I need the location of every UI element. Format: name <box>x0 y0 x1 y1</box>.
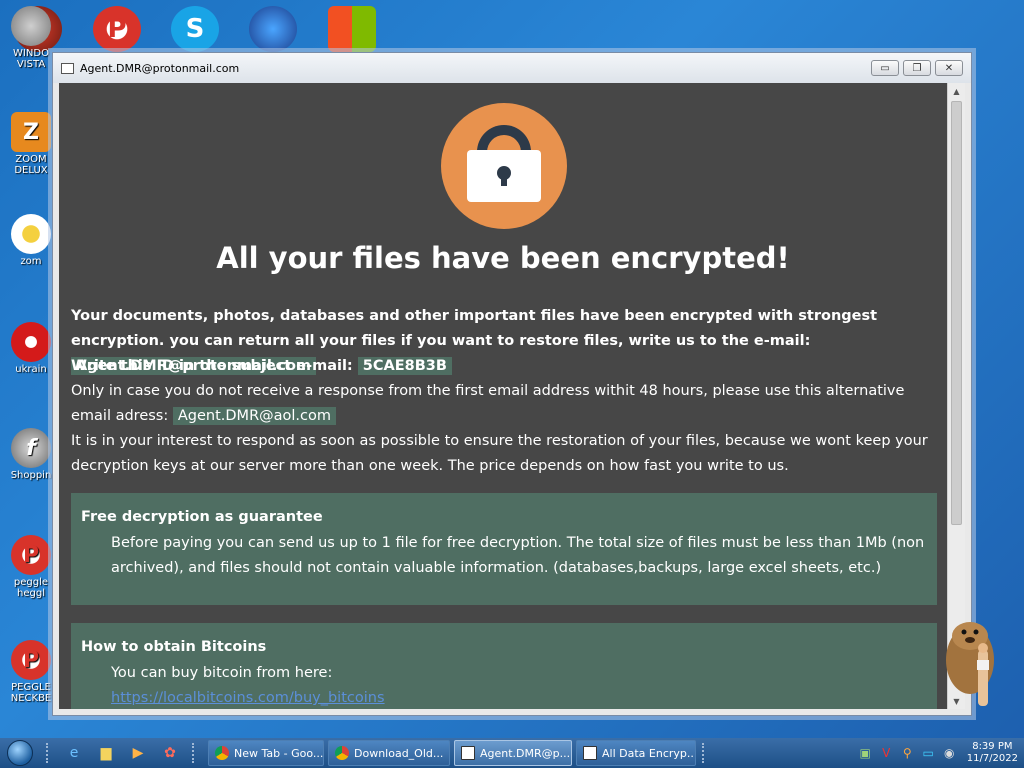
id-label: Write this ID in the subject e-mail: <box>71 358 353 374</box>
padlock-icon <box>441 103 567 229</box>
flower-icon <box>11 214 51 254</box>
task-new-tab[interactable]: New Tab - Goo... <box>208 740 324 766</box>
windows-flag-icon[interactable] <box>328 6 376 52</box>
desktop-icon-label: zom <box>20 256 42 267</box>
bitcoin-panel: How to obtain Bitcoins You can buy bitco… <box>71 623 937 709</box>
chrome-icon <box>215 746 229 760</box>
taskbar-grip[interactable] <box>702 743 708 763</box>
peggle-quicklaunch-icon[interactable]: ✿ <box>159 743 181 763</box>
skype-icon[interactable]: S <box>171 6 219 52</box>
minimize-button[interactable]: ▭ <box>871 60 899 76</box>
task-agent-dmr[interactable]: Agent.DMR@p... <box>454 740 572 766</box>
alternative-email[interactable]: Agent.DMR@aol.com <box>172 407 337 425</box>
ransom-window: Agent.DMR@protonmail.com ▭ ❐ ✕ All your … <box>52 52 972 716</box>
free-decryption-title: Free decryption as guarantee <box>81 509 323 525</box>
task-label: Download_Old... <box>354 746 444 760</box>
desktop-icon-label: Shoppin <box>10 470 52 481</box>
free-decryption-body: Before paying you can send us up to 1 fi… <box>111 535 925 576</box>
flash-icon: f <box>11 428 51 468</box>
globe-icon[interactable] <box>249 6 297 52</box>
taskbar-grip[interactable] <box>192 743 198 763</box>
main-paragraph-text: Your documents, photos, databases and ot… <box>71 308 878 349</box>
task-label: All Data Encryp... <box>602 746 696 760</box>
desktop-icon-label: ukrain <box>15 364 47 375</box>
free-decryption-panel: Free decryption as guarantee Before payi… <box>71 493 937 605</box>
keyhole-icon <box>497 166 511 186</box>
task-label: Agent.DMR@p... <box>480 746 571 760</box>
id-line: Write this ID in the subject e-mail: 5CA… <box>71 354 931 379</box>
bitcoin-body: You can buy bitcoin from here: https://l… <box>71 655 937 709</box>
tray-app-icon[interactable]: ▣ <box>858 746 873 761</box>
window-title: Agent.DMR@protonmail.com <box>80 61 240 75</box>
close-button[interactable]: ✕ <box>935 60 963 76</box>
window-app-icon <box>61 62 74 74</box>
tray-monitor-icon[interactable]: ▭ <box>921 746 936 761</box>
scroll-up-arrow-icon[interactable]: ▲ <box>948 83 965 99</box>
task-download[interactable]: Download_Old... <box>328 740 450 766</box>
bitcoin-title: How to obtain Bitcoins <box>81 639 267 655</box>
windows-start-orb-icon <box>7 740 33 766</box>
clock-time: 8:39 PM <box>972 741 1013 752</box>
tray-search-icon[interactable]: ⚲ <box>900 746 915 761</box>
ransom-note-content: All your files have been encrypted! Your… <box>59 83 947 709</box>
desktop-icon-label: PEGGLE NECKBE <box>10 682 52 704</box>
desktop-icon-label: WINDO VISTA <box>13 48 49 70</box>
desktop-icon-label: peggle heggl <box>13 577 49 599</box>
radiation-icon <box>11 322 51 362</box>
taskbar-clock[interactable]: 8:39 PM 11/7/2022 <box>967 741 1018 765</box>
peggle-p-icon[interactable]: P <box>93 6 141 52</box>
explorer-folder-icon[interactable]: ▆ <box>95 743 117 763</box>
window-icon <box>461 746 475 760</box>
taskbar-grip[interactable] <box>46 743 52 763</box>
system-tray: ▣ V ⚲ ▭ ◉ 8:39 PM 11/7/2022 <box>858 741 1024 765</box>
bitcoin-body-text: You can buy bitcoin from here: <box>111 665 333 681</box>
scrollbar-thumb[interactable] <box>951 101 962 525</box>
clock-date: 11/7/2022 <box>966 753 1018 764</box>
zoom-deluxe-icon: Z <box>11 112 51 152</box>
task-label: New Tab - Goo... <box>234 746 324 760</box>
peggle-icon: P <box>11 640 51 680</box>
ransom-headline: All your files have been encrypted! <box>216 241 790 275</box>
tray-antivirus-icon[interactable]: V <box>879 746 894 761</box>
task-all-data-encrypted[interactable]: All Data Encryp... <box>576 740 696 766</box>
desktop-pet-icon[interactable] <box>942 620 1004 712</box>
window-titlebar[interactable]: Agent.DMR@protonmail.com ▭ ❐ ✕ <box>53 53 971 83</box>
media-player-icon[interactable]: ▶ <box>127 743 149 763</box>
bitcoin-link[interactable]: https://localbitcoins.com/buy_bitcoins <box>111 686 927 709</box>
restore-button[interactable]: ❐ <box>903 60 931 76</box>
desktop-icon-label: ZOOM DELUX <box>14 154 48 176</box>
vista-icon <box>11 6 51 46</box>
victim-id[interactable]: 5CAE8B3B <box>357 357 452 375</box>
alt-email-paragraph: Only in case you do not receive a respon… <box>71 379 931 429</box>
tray-volume-icon[interactable]: ◉ <box>942 746 957 761</box>
vertical-scrollbar[interactable]: ▲ ▼ <box>947 83 965 709</box>
start-button[interactable] <box>0 738 40 768</box>
padlock-body <box>467 150 541 202</box>
ie-icon[interactable]: e <box>63 743 85 763</box>
interest-paragraph: It is in your interest to respond as soo… <box>71 433 928 474</box>
window-icon <box>583 746 597 760</box>
chrome-icon <box>335 746 349 760</box>
peggle-icon: P <box>11 535 51 575</box>
taskbar: e ▆ ▶ ✿ New Tab - Goo... Download_Old...… <box>0 738 1024 768</box>
